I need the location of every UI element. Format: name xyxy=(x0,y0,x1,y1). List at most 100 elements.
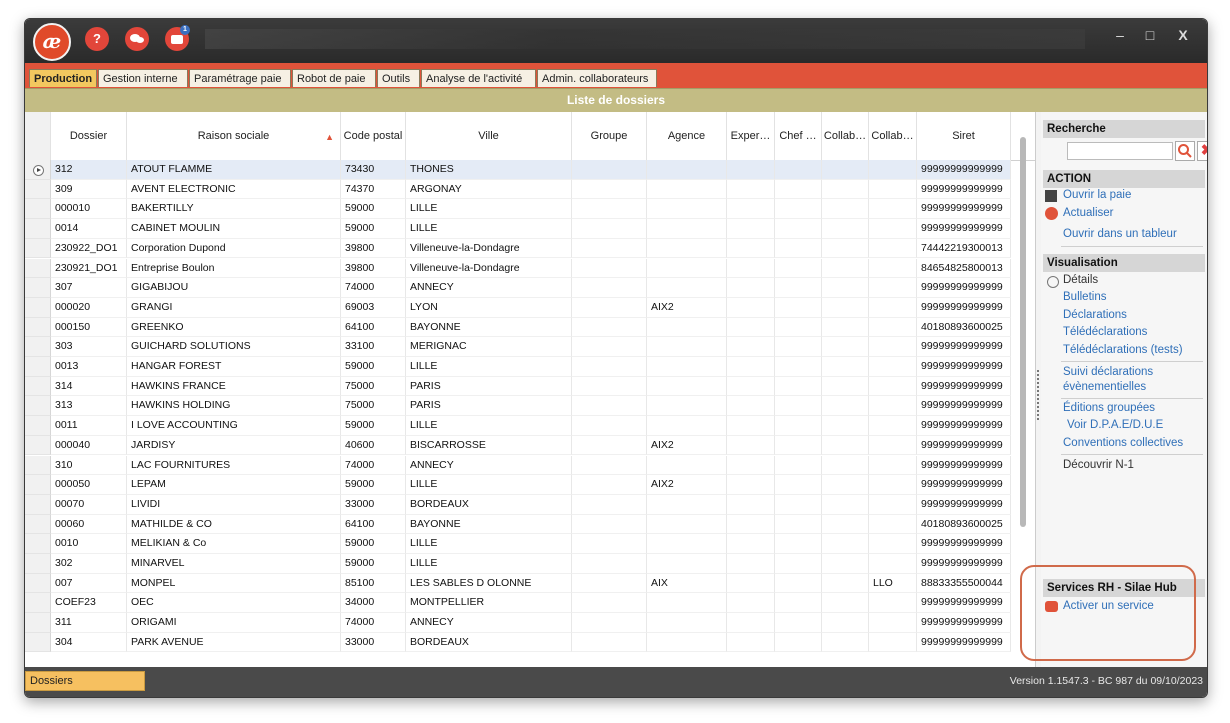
cell-chef[interactable] xyxy=(775,573,822,594)
cell-collab-2[interactable] xyxy=(869,337,917,357)
cell-agence[interactable] xyxy=(647,278,727,298)
cell-code-postal[interactable]: 39800 xyxy=(341,238,406,259)
table-row[interactable]: 000040 JARDISY 40600 BISCARROSSE AIX2 9999999… xyxy=(25,435,1035,456)
cell-siret[interactable]: 74442219300013 xyxy=(917,238,1011,259)
row-selector[interactable] xyxy=(25,494,51,515)
cell-dossier[interactable]: 0014 xyxy=(51,219,127,239)
table-row[interactable]: 000050 LEPAM 59000 LILLE AIX2 99999999999999 xyxy=(25,475,1035,495)
tab-admin-collaborateurs[interactable]: Admin. collaborateurs xyxy=(537,69,657,87)
cell-siret[interactable]: 40180893600025 xyxy=(917,514,1011,535)
cell-agence[interactable]: AIX2 xyxy=(647,475,727,495)
cell-dossier[interactable]: 307 xyxy=(51,278,127,298)
cell-ville[interactable]: LILLE xyxy=(406,534,572,554)
cell-collab-2[interactable] xyxy=(869,416,917,436)
cell-expert[interactable] xyxy=(727,160,775,180)
cell-siret[interactable]: 99999999999999 xyxy=(917,297,1011,318)
cell-collab-2[interactable] xyxy=(869,593,917,614)
cell-collab-2[interactable] xyxy=(869,455,917,476)
cell-dossier[interactable]: 000050 xyxy=(51,475,127,495)
cell-groupe[interactable] xyxy=(572,632,647,652)
table-row[interactable]: 0011 I LOVE ACCOUNTING 59000 LILLE 999999999… xyxy=(25,416,1035,436)
cell-groupe[interactable] xyxy=(572,278,647,298)
cell-code-postal[interactable]: 33000 xyxy=(341,494,406,515)
row-selector[interactable] xyxy=(25,317,51,338)
cell-collab-2[interactable] xyxy=(869,475,917,495)
cell-chef[interactable] xyxy=(775,593,822,614)
cell-groupe[interactable] xyxy=(572,219,647,239)
cell-chef[interactable] xyxy=(775,632,822,652)
cell-groupe[interactable] xyxy=(572,554,647,574)
cell-collab-2[interactable] xyxy=(869,219,917,239)
cell-code-postal[interactable]: 85100 xyxy=(341,573,406,594)
cell-expert[interactable] xyxy=(727,613,775,633)
cell-collab-1[interactable] xyxy=(822,219,869,239)
cell-chef[interactable] xyxy=(775,258,822,279)
col-chef[interactable]: Chef … xyxy=(775,112,822,160)
cell-dossier[interactable]: 000020 xyxy=(51,297,127,318)
cell-expert[interactable] xyxy=(727,337,775,357)
cell-code-postal[interactable]: 75000 xyxy=(341,376,406,397)
cell-ville[interactable]: PARIS xyxy=(406,396,572,417)
cell-raison-sociale[interactable]: MINARVEL xyxy=(127,554,341,574)
cell-collab-1[interactable] xyxy=(822,416,869,436)
cell-ville[interactable]: ANNECY xyxy=(406,455,572,476)
table-row[interactable]: 007 MONPEL 85100 LES SABLES D OLONNE AIX LLO 8… xyxy=(25,573,1035,594)
row-selector[interactable] xyxy=(25,514,51,535)
cell-collab-1[interactable] xyxy=(822,455,869,476)
col-raison-sociale[interactable]: Raison sociale ▲ xyxy=(127,112,341,160)
tab-outils[interactable]: Outils xyxy=(377,69,420,87)
cell-chef[interactable] xyxy=(775,160,822,180)
cell-groupe[interactable] xyxy=(572,297,647,318)
cell-groupe[interactable] xyxy=(572,179,647,200)
cell-siret[interactable]: 99999999999999 xyxy=(917,593,1011,614)
cell-dossier[interactable]: 309 xyxy=(51,179,127,200)
cell-expert[interactable] xyxy=(727,278,775,298)
cell-agence[interactable] xyxy=(647,416,727,436)
cell-collab-2[interactable] xyxy=(869,554,917,574)
cell-groupe[interactable] xyxy=(572,534,647,554)
app-logo[interactable]: æ xyxy=(33,23,71,61)
cell-siret[interactable]: 84654825800013 xyxy=(917,258,1011,279)
cell-groupe[interactable] xyxy=(572,376,647,397)
cell-dossier[interactable]: 312 xyxy=(51,160,127,180)
cell-chef[interactable] xyxy=(775,613,822,633)
cell-ville[interactable]: BISCARROSSE xyxy=(406,435,572,456)
cell-collab-1[interactable] xyxy=(822,494,869,515)
cell-agence[interactable] xyxy=(647,613,727,633)
cell-expert[interactable] xyxy=(727,593,775,614)
cell-chef[interactable] xyxy=(775,435,822,456)
cell-siret[interactable]: 99999999999999 xyxy=(917,435,1011,456)
conventions-collectives-link[interactable]: Conventions collectives xyxy=(1063,437,1183,449)
cell-code-postal[interactable]: 34000 xyxy=(341,593,406,614)
cell-expert[interactable] xyxy=(727,357,775,377)
cell-dossier[interactable]: 313 xyxy=(51,396,127,417)
cell-dossier[interactable]: 0013 xyxy=(51,357,127,377)
cell-dossier[interactable]: 230921_DO1 xyxy=(51,258,127,279)
cell-collab-2[interactable] xyxy=(869,199,917,220)
cell-raison-sociale[interactable]: LIVIDI xyxy=(127,494,341,515)
cell-collab-1[interactable] xyxy=(822,475,869,495)
cell-expert[interactable] xyxy=(727,416,775,436)
cell-collab-2[interactable] xyxy=(869,514,917,535)
cell-collab-1[interactable] xyxy=(822,238,869,259)
status-tab-dossiers[interactable]: Dossiers xyxy=(25,671,145,691)
cell-siret[interactable]: 99999999999999 xyxy=(917,632,1011,652)
cell-ville[interactable]: LILLE xyxy=(406,199,572,220)
table-row[interactable]: 302 MINARVEL 59000 LILLE 99999999999999 xyxy=(25,554,1035,574)
cell-raison-sociale[interactable]: GRANGI xyxy=(127,297,341,318)
declarations-link[interactable]: Déclarations xyxy=(1063,309,1127,321)
row-selector[interactable] xyxy=(25,475,51,495)
cell-collab-1[interactable] xyxy=(822,613,869,633)
cell-collab-1[interactable] xyxy=(822,435,869,456)
cell-collab-1[interactable] xyxy=(822,278,869,298)
cell-siret[interactable]: 99999999999999 xyxy=(917,357,1011,377)
cell-expert[interactable] xyxy=(727,475,775,495)
tab-analyse-activite[interactable]: Analyse de l'activité xyxy=(421,69,536,87)
cell-collab-1[interactable] xyxy=(822,514,869,535)
row-selector[interactable] xyxy=(25,435,51,456)
cell-dossier[interactable]: COEF23 xyxy=(51,593,127,614)
cell-collab-2[interactable] xyxy=(869,632,917,652)
minimize-button[interactable]: – xyxy=(1107,25,1133,45)
cell-agence[interactable] xyxy=(647,160,727,180)
cell-chef[interactable] xyxy=(775,238,822,259)
